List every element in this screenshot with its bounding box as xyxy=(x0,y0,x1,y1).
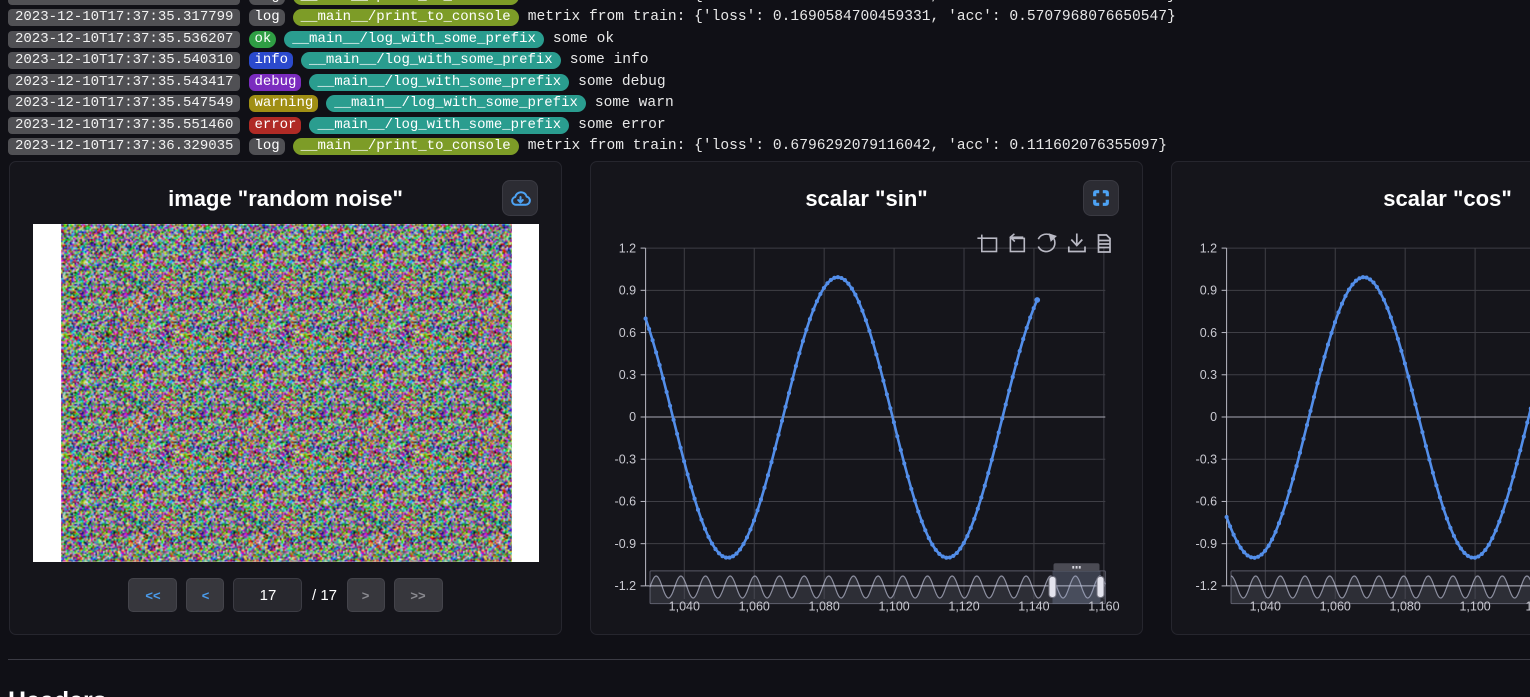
svg-text:0.6: 0.6 xyxy=(619,326,636,340)
svg-text:1,060: 1,060 xyxy=(1320,600,1351,614)
svg-text:0.3: 0.3 xyxy=(619,368,636,382)
svg-text:1,040: 1,040 xyxy=(669,600,700,614)
svg-text:1,140: 1,140 xyxy=(1018,600,1049,614)
svg-text:1,120: 1,120 xyxy=(1526,600,1530,614)
svg-text:-1.2: -1.2 xyxy=(615,579,637,593)
svg-text:1,040: 1,040 xyxy=(1250,600,1281,614)
svg-text:-0.9: -0.9 xyxy=(615,537,637,551)
svg-text:-0.3: -0.3 xyxy=(1196,452,1218,466)
svg-text:0.3: 0.3 xyxy=(1200,368,1217,382)
svg-text:0.9: 0.9 xyxy=(619,284,636,298)
svg-text:0.6: 0.6 xyxy=(1200,326,1217,340)
svg-text:1,100: 1,100 xyxy=(878,600,909,614)
svg-text:1,100: 1,100 xyxy=(1459,600,1490,614)
svg-text:0.9: 0.9 xyxy=(1200,284,1217,298)
svg-text:-1.2: -1.2 xyxy=(1196,579,1218,593)
svg-text:1,080: 1,080 xyxy=(1390,600,1421,614)
svg-text:1,160: 1,160 xyxy=(1088,600,1119,614)
svg-text:-0.3: -0.3 xyxy=(615,452,637,466)
svg-text:0: 0 xyxy=(629,410,636,424)
svg-text:1.2: 1.2 xyxy=(1200,241,1217,255)
svg-text:-0.9: -0.9 xyxy=(1196,537,1218,551)
svg-text:-0.6: -0.6 xyxy=(1196,495,1218,509)
svg-text:1,080: 1,080 xyxy=(809,600,840,614)
svg-text:1,060: 1,060 xyxy=(739,600,770,614)
svg-text:1.2: 1.2 xyxy=(619,241,636,255)
svg-text:0: 0 xyxy=(1210,410,1217,424)
svg-text:-0.6: -0.6 xyxy=(615,495,637,509)
svg-text:1,120: 1,120 xyxy=(948,600,979,614)
